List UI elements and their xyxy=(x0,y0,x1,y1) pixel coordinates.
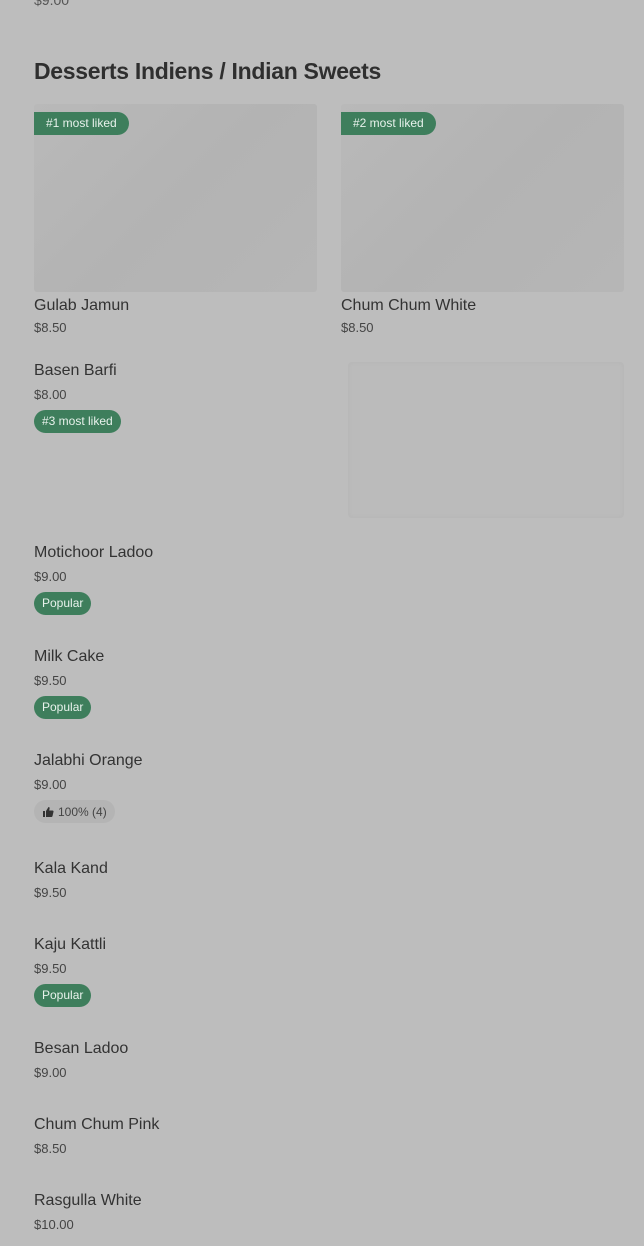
item-price: $9.50 xyxy=(34,961,67,976)
most-liked-badge: #3 most liked xyxy=(34,410,121,433)
item-name: Kaju Kattli xyxy=(34,936,107,953)
item-price: $9.50 xyxy=(34,673,67,688)
menu-item-jalabhi-orange[interactable]: Jalabhi Orange $9.00 100% (4) xyxy=(34,752,143,823)
item-image[interactable]: #2 most liked xyxy=(341,104,624,292)
popular-badge: Popular xyxy=(34,984,92,1007)
menu-item-chum-chum-pink[interactable]: Chum Chum Pink $8.50 xyxy=(34,1116,159,1156)
item-price: $8.50 xyxy=(34,320,67,335)
item-name: Besan Ladoo xyxy=(34,1040,129,1057)
item-name: Milk Cake xyxy=(34,648,105,665)
menu-item-besan-ladoo[interactable]: Besan Ladoo $9.00 xyxy=(34,1040,128,1080)
menu-item-motichoor-ladoo[interactable]: Motichoor Ladoo $9.00 Popular xyxy=(34,544,153,615)
most-liked-badge: #1 most liked xyxy=(34,112,129,135)
menu-item-milk-cake[interactable]: Milk Cake $9.50 Popular xyxy=(34,648,104,719)
item-image-basen-barfi[interactable] xyxy=(348,362,624,518)
previous-item-price: $9.00 xyxy=(34,0,70,8)
item-name: Kala Kand xyxy=(34,860,108,877)
featured-item-chum-chum-white[interactable]: #2 most liked Chum Chum White $8.50 xyxy=(341,104,624,335)
item-price: $9.00 xyxy=(34,1065,67,1080)
menu-item-kala-kand[interactable]: Kala Kand $9.50 xyxy=(34,860,108,900)
item-name: Jalabhi Orange xyxy=(34,752,143,769)
rating-value: 100% (4) xyxy=(58,804,107,819)
item-name: Motichoor Ladoo xyxy=(34,544,154,561)
item-price: $8.50 xyxy=(34,1141,67,1156)
item-price: $9.00 xyxy=(34,777,67,792)
item-name: Gulab Jamun xyxy=(34,297,130,314)
item-price: $8.50 xyxy=(341,320,374,335)
item-name: Basen Barfi xyxy=(34,362,117,379)
menu-item-rasgulla-white[interactable]: Rasgulla White $10.00 xyxy=(34,1192,142,1232)
item-price: $10.00 xyxy=(34,1217,74,1232)
menu-item-basen-barfi[interactable]: Basen Barfi $8.00 #3 most liked xyxy=(34,362,121,433)
item-price: $8.00 xyxy=(34,387,67,402)
popular-badge: Popular xyxy=(34,592,92,615)
item-name: Rasgulla White xyxy=(34,1192,142,1209)
most-liked-badge: #2 most liked xyxy=(341,112,436,135)
item-name: Chum Chum White xyxy=(341,297,477,314)
item-image[interactable]: #1 most liked xyxy=(34,104,317,292)
item-price: $9.00 xyxy=(34,569,67,584)
thumbs-up-icon xyxy=(43,806,54,817)
popular-badge: Popular xyxy=(34,696,92,719)
item-price: $9.50 xyxy=(34,885,67,900)
menu-item-kaju-kattli[interactable]: Kaju Kattli $9.50 Popular xyxy=(34,936,106,1007)
featured-item-gulab-jamun[interactable]: #1 most liked Gulab Jamun $8.50 xyxy=(34,104,317,335)
rating-badge: 100% (4) xyxy=(34,800,115,823)
section-title: Desserts Indiens / Indian Sweets xyxy=(34,58,382,84)
item-name: Chum Chum Pink xyxy=(34,1116,160,1133)
